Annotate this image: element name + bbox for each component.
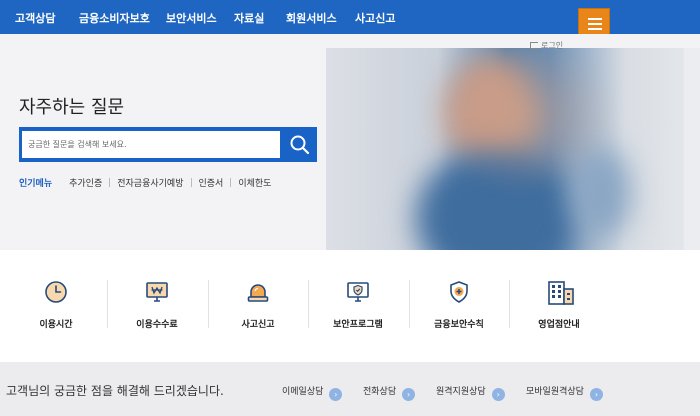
mobile-remote-link[interactable]: 모바일원격상담 › xyxy=(526,384,603,401)
nav-item-security-service[interactable]: 보안서비스 xyxy=(166,10,217,26)
divider xyxy=(109,178,111,187)
consultation-message: 고객님의 궁금한 점을 해결해 드리겠습니다. xyxy=(6,384,224,398)
quick-item-label: 이용시간 xyxy=(39,320,73,330)
divider xyxy=(190,178,192,187)
login-label: 로그인 xyxy=(541,41,564,50)
arrow-right-icon: › xyxy=(491,388,505,401)
nav-item-member-service[interactable]: 회원서비스 xyxy=(286,10,337,26)
quick-menu: 이용시간 이용수수료 사고신고 보안프로그램 금융보안수칙 영업점안내 xyxy=(0,250,700,362)
popular-label: 인기메뉴 xyxy=(19,179,53,189)
divider xyxy=(230,178,232,187)
email-consult-link[interactable]: 이메일상담 › xyxy=(282,384,343,401)
nav-item-customer-support[interactable]: 고객상담 xyxy=(15,10,55,26)
popular-keyword[interactable]: 추가인증 xyxy=(69,179,102,189)
siren-icon xyxy=(247,284,269,302)
faq-search-input[interactable] xyxy=(22,131,280,158)
shield-plus-icon xyxy=(450,281,468,303)
phone-consult-link[interactable]: 전화상담 › xyxy=(363,384,416,401)
login-icon xyxy=(530,42,538,49)
popular-keyword[interactable]: 전자금융사기예방 xyxy=(117,179,183,189)
nav-item-incident-report[interactable]: 사고신고 xyxy=(355,10,395,26)
quick-item-label: 보안프로그램 xyxy=(333,320,383,330)
quick-item-incident[interactable]: 사고신고 xyxy=(208,250,308,362)
quick-item-security-rules[interactable]: 금융보안수칙 xyxy=(409,250,509,362)
quick-item-label: 사고신고 xyxy=(241,320,275,330)
clock-icon xyxy=(45,281,67,303)
faq-search xyxy=(19,127,317,162)
building-icon xyxy=(548,281,574,305)
quick-item-label: 영업점안내 xyxy=(538,320,580,330)
search-button[interactable] xyxy=(282,127,317,162)
popular-menu: 인기메뉴 추가인증 전자금융사기예방 인증서 이체한도 xyxy=(19,176,271,189)
remote-support-link[interactable]: 원격지원상담 › xyxy=(436,384,505,401)
login-link[interactable]: 로그인 xyxy=(530,40,563,51)
arrow-right-icon: › xyxy=(402,388,416,401)
nav-item-library[interactable]: 자료실 xyxy=(234,10,264,26)
quick-item-label: 금융보안수칙 xyxy=(434,320,484,330)
quick-item-fees[interactable]: 이용수수료 xyxy=(107,250,207,362)
link-label: 모바일원격상담 xyxy=(526,387,584,397)
link-label: 전화상담 xyxy=(363,387,397,397)
shield-monitor-icon xyxy=(347,282,369,302)
quick-item-hours[interactable]: 이용시간 xyxy=(6,250,106,362)
hamburger-icon xyxy=(588,18,602,20)
link-label: 원격지원상담 xyxy=(436,387,486,397)
link-label: 이메일상담 xyxy=(282,387,324,397)
popular-keyword[interactable]: 인증서 xyxy=(199,179,224,189)
hero-photo xyxy=(326,48,700,272)
quick-item-label: 이용수수료 xyxy=(136,320,178,330)
popular-keyword[interactable]: 이체한도 xyxy=(238,179,271,189)
consultation-bar: 고객님의 궁금한 점을 해결해 드리겠습니다. 이메일상담 › 전화상담 › 원격지… xyxy=(0,362,700,416)
nav-item-consumer-protection[interactable]: 금융소비자보호 xyxy=(79,10,150,26)
won-monitor-icon xyxy=(146,282,168,302)
quick-item-security-program[interactable]: 보안프로그램 xyxy=(308,250,408,362)
arrow-right-icon: › xyxy=(329,388,343,401)
search-icon xyxy=(290,135,310,155)
arrow-right-icon: › xyxy=(589,388,603,401)
faq-title: 자주하는 질문 xyxy=(19,97,125,118)
quick-item-branches[interactable]: 영업점안내 xyxy=(509,250,609,362)
